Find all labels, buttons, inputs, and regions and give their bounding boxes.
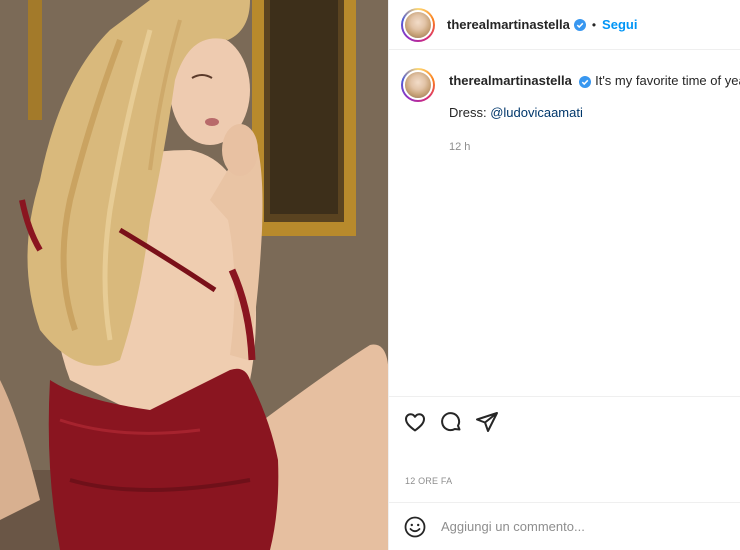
verified-badge-icon [579,75,592,88]
separator-dot: • [591,17,597,32]
comment-input[interactable] [441,519,721,534]
caption-text: It's my favorite time of year.. [595,73,740,88]
caption-username-link[interactable]: therealmartinastella [449,73,572,88]
follow-button[interactable]: Segui [602,17,637,32]
emoji-smile-icon[interactable] [403,515,427,539]
mention-link[interactable]: @ludovicaamati [490,105,583,120]
post-date: 12 ORE FA [405,476,453,486]
heart-icon[interactable] [403,410,427,434]
post-photo[interactable] [0,0,388,550]
comment-bar [389,502,740,550]
post-actions [389,396,740,446]
post-photo-illustration [0,0,388,550]
caption-avatar[interactable] [401,68,435,102]
verified-badge-icon [573,18,586,31]
post-details-panel: therealmartinastella • Segui therealmart… [388,0,740,550]
post-caption: therealmartinastella It's my favorite ti… [401,68,740,156]
caption-timestamp[interactable]: 12 h [449,138,740,156]
username-link[interactable]: therealmartinastella [447,17,570,32]
dress-label: Dress: [449,105,487,120]
comment-bubble-icon[interactable] [439,410,463,434]
post-header: therealmartinastella • Segui [389,0,740,50]
avatar[interactable] [401,7,435,42]
paper-plane-icon[interactable] [475,410,499,434]
